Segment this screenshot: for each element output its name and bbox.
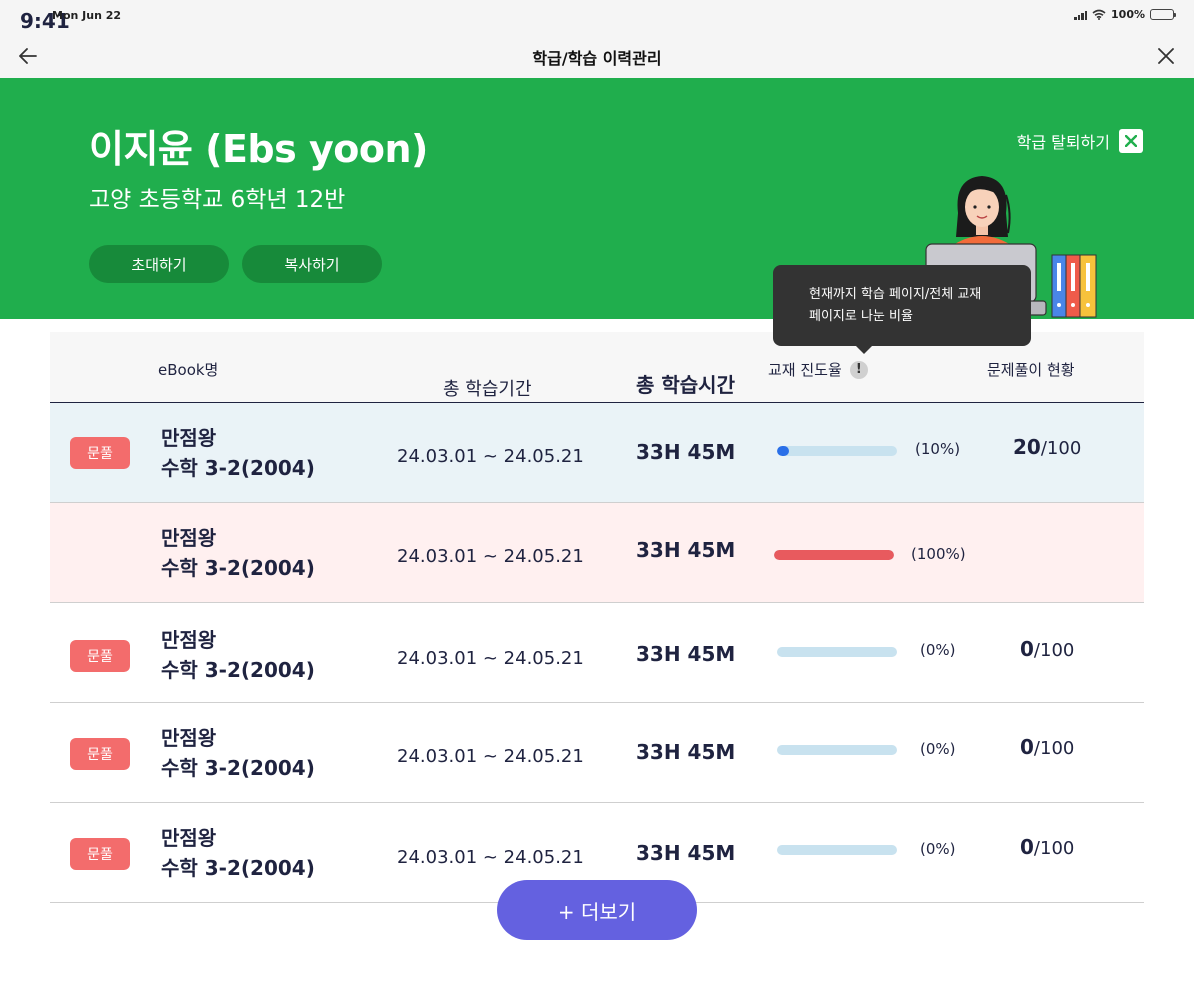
close-button[interactable] (1154, 44, 1178, 68)
ebook-subject: 수학 3-2(2004) (161, 556, 315, 580)
ebook-subject: 수학 3-2(2004) (161, 456, 315, 480)
ebook-list: 문풀 만점왕 수학 3-2(2004) 24.03.01 ~ 24.05.21 … (50, 403, 1144, 903)
quiz-score: 0/100 (1020, 835, 1075, 859)
table-row[interactable]: 문풀 만점왕 수학 3-2(2004) 24.03.01 ~ 24.05.21 … (50, 603, 1144, 703)
progress-percent: (0%) (920, 840, 956, 858)
cellular-signal-icon (1074, 10, 1088, 20)
progress-bar (777, 845, 897, 855)
study-time: 33H 45M (636, 440, 736, 464)
table-row[interactable]: 문풀 만점왕 수학 3-2(2004) 24.03.01 ~ 24.05.21 … (50, 703, 1144, 803)
close-icon (1158, 48, 1174, 64)
leave-class-button[interactable]: 학급 탈퇴하기 (1017, 129, 1143, 153)
ebook-title: 만점왕 수학 3-2(2004) (161, 423, 315, 483)
nav-bar: 학급/학습 이력관리 (0, 32, 1194, 78)
progress-bar (774, 550, 894, 560)
ebook-subject: 수학 3-2(2004) (161, 756, 315, 780)
page-title: 학급/학습 이력관리 (532, 49, 662, 68)
tooltip-line-2: 페이지로 나눈 비율 (809, 309, 913, 324)
info-icon[interactable]: ! (849, 360, 868, 379)
progress-bar (777, 647, 897, 657)
ebook-title: 만점왕 수학 3-2(2004) (161, 625, 315, 685)
column-progress: 교재 진도율 ! (768, 359, 868, 380)
progress-info-tooltip: 현재까지 학습 페이지/전체 교재 페이지로 나눈 비율 (773, 265, 1031, 354)
quiz-score: 0/100 (1020, 735, 1075, 759)
load-more-button[interactable]: + 더보기 (497, 880, 697, 940)
ebook-title: 만점왕 수학 3-2(2004) (161, 723, 315, 783)
study-period: 24.03.01 ~ 24.05.21 (397, 446, 584, 467)
progress-percent: (0%) (920, 740, 956, 758)
column-period: 총 학습기간 (443, 379, 532, 400)
study-time: 33H 45M (636, 740, 736, 764)
column-ebook: eBook명 (158, 361, 219, 379)
status-date: Mon Jun 22 (52, 9, 122, 22)
progress-percent: (0%) (920, 641, 956, 659)
study-time: 33H 45M (636, 841, 736, 865)
copy-button[interactable]: 복사하기 (242, 245, 382, 283)
status-indicators: 100% (1074, 8, 1176, 21)
battery-percent: 100% (1111, 8, 1145, 21)
column-progress-label: 교재 진도율 (768, 361, 842, 379)
leave-class-label: 학급 탈퇴하기 (1016, 133, 1110, 152)
progress-bar (777, 446, 897, 456)
ebook-title: 만점왕 수학 3-2(2004) (161, 523, 315, 583)
quiz-score: 20/100 (1013, 435, 1082, 459)
tooltip-line-1: 현재까지 학습 페이지/전체 교재 (809, 287, 982, 302)
study-period: 24.03.01 ~ 24.05.21 (397, 746, 584, 767)
quiz-badge[interactable]: 문풀 (70, 437, 130, 469)
ebook-subject: 수학 3-2(2004) (161, 856, 315, 880)
column-time: 총 학습시간 (636, 373, 735, 397)
progress-percent: (100%) (911, 545, 966, 563)
ebook-series: 만점왕 (161, 628, 217, 652)
table-row[interactable]: 문풀 만점왕 수학 3-2(2004) 24.03.01 ~ 24.05.21 … (50, 403, 1144, 503)
invite-button[interactable]: 초대하기 (89, 245, 229, 283)
ebook-title: 만점왕 수학 3-2(2004) (161, 823, 315, 883)
student-school: 고양 초등학교 6학년 12반 (89, 187, 346, 213)
wifi-icon (1092, 9, 1106, 20)
study-time: 33H 45M (636, 642, 736, 666)
quiz-badge[interactable]: 문풀 (70, 738, 130, 770)
ebook-series: 만점왕 (161, 726, 217, 750)
quiz-badge[interactable]: 문풀 (70, 838, 130, 870)
study-time: 33H 45M (636, 538, 736, 562)
status-bar: 9:41 Mon Jun 22 100% (0, 0, 1194, 33)
ebook-series: 만점왕 (161, 526, 217, 550)
study-period: 24.03.01 ~ 24.05.21 (397, 847, 584, 868)
ebook-series: 만점왕 (161, 826, 217, 850)
table-row[interactable]: 만점왕 수학 3-2(2004) 24.03.01 ~ 24.05.21 33H… (50, 503, 1144, 603)
quiz-badge[interactable]: 문풀 (70, 640, 130, 672)
study-period: 24.03.01 ~ 24.05.21 (397, 648, 584, 669)
study-period: 24.03.01 ~ 24.05.21 (397, 546, 584, 567)
progress-percent: (10%) (915, 440, 961, 458)
battery-icon (1150, 9, 1176, 20)
student-name: 이지윤 (Ebs yoon) (89, 127, 428, 171)
close-box-icon (1119, 129, 1143, 153)
ebook-subject: 수학 3-2(2004) (161, 658, 315, 682)
progress-bar (777, 745, 897, 755)
quiz-score: 0/100 (1020, 637, 1075, 661)
column-quiz: 문제풀이 현황 (987, 361, 1075, 379)
ebook-series: 만점왕 (161, 426, 217, 450)
